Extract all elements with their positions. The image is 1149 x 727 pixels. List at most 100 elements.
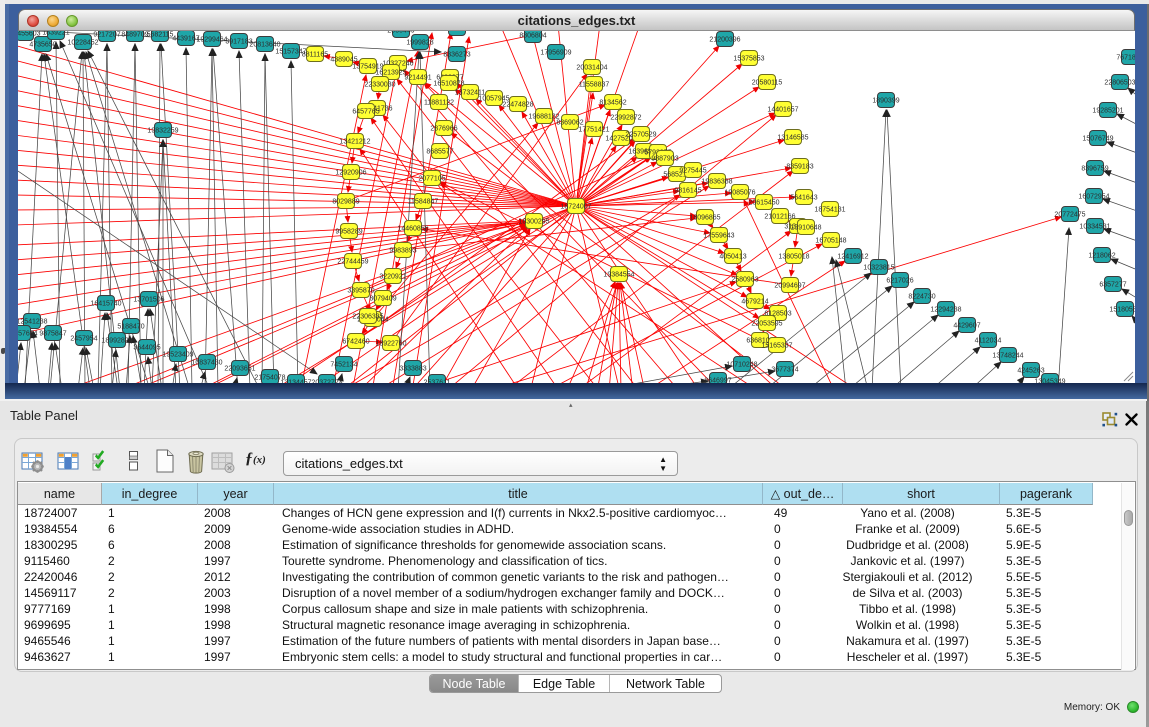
svg-text:9275445: 9275445 [679, 168, 706, 175]
svg-text:3395870: 3395870 [347, 288, 374, 295]
svg-text:10228452: 10228452 [67, 40, 98, 47]
svg-text:4735650: 4735650 [29, 42, 56, 49]
svg-text:22306335: 22306335 [352, 314, 383, 321]
svg-text:20813640: 20813640 [249, 42, 280, 49]
svg-text:13146585: 13146585 [777, 135, 808, 142]
svg-text:12541238: 12541238 [18, 319, 48, 326]
svg-text:4245263: 4245263 [1017, 368, 1044, 375]
svg-text:2876966: 2876966 [430, 126, 457, 133]
svg-text:2537611: 2537611 [424, 380, 451, 384]
svg-text:13134457: 13134457 [280, 380, 311, 384]
svg-text:15180586: 15180586 [1109, 307, 1135, 314]
svg-text:22992872: 22992872 [610, 115, 641, 122]
svg-text:8359183: 8359183 [786, 164, 813, 171]
svg-text:3220921: 3220921 [379, 274, 406, 281]
svg-text:19688132: 19688132 [528, 114, 559, 121]
svg-text:8646997: 8646997 [704, 378, 731, 384]
svg-text:17751421: 17751421 [578, 127, 609, 134]
svg-text:8811165: 8811165 [302, 52, 328, 59]
svg-text:20615450: 20615450 [748, 200, 779, 207]
svg-text:16072954: 16072954 [1078, 194, 1109, 201]
svg-text:15076749: 15076749 [1082, 136, 1113, 143]
svg-text:17956909: 17956909 [540, 50, 571, 57]
svg-text:2580963: 2580963 [731, 277, 758, 284]
svg-text:19085076: 19085076 [724, 190, 755, 197]
svg-text:9875847: 9875847 [39, 331, 66, 338]
svg-text:19523409: 19523409 [162, 352, 193, 359]
svg-text:11584847: 11584847 [408, 199, 439, 206]
svg-text:5682115: 5682115 [147, 32, 174, 39]
svg-text:9816145: 9816145 [674, 188, 701, 195]
svg-text:8489709: 8489709 [121, 32, 148, 39]
svg-text:20372723: 20372723 [311, 380, 342, 384]
svg-text:3677374: 3677374 [771, 367, 798, 374]
svg-text:21257684: 21257684 [18, 331, 38, 338]
svg-text:22806503: 22806503 [1104, 80, 1135, 87]
svg-text:9958289: 9958289 [335, 229, 362, 236]
svg-text:8806804: 8806804 [519, 33, 546, 40]
svg-text:16213925: 16213925 [375, 70, 406, 77]
svg-text:18724007: 18724007 [560, 204, 591, 211]
svg-text:8029889: 8029889 [332, 199, 359, 206]
svg-text:22330030: 22330030 [364, 82, 395, 89]
svg-text:6457765: 6457765 [352, 109, 379, 116]
svg-text:9887903: 9887903 [651, 156, 678, 163]
svg-text:13748244: 13748244 [992, 353, 1023, 360]
svg-text:20772475: 20772475 [1054, 212, 1085, 219]
svg-text:19285201: 19285201 [1092, 108, 1123, 115]
svg-text:8685577: 8685577 [426, 149, 453, 156]
svg-text:18096865: 18096865 [689, 215, 720, 222]
svg-text:16415740: 16415740 [90, 301, 121, 308]
svg-text:10710248: 10710248 [726, 362, 757, 369]
svg-text:10323815: 10323815 [863, 265, 894, 272]
svg-text:22053595: 22053595 [751, 321, 782, 328]
svg-text:14401657: 14401657 [767, 107, 798, 114]
svg-text:11881122: 11881122 [424, 100, 454, 107]
svg-text:19299464: 19299464 [196, 37, 227, 44]
svg-text:13910648: 13910648 [790, 225, 821, 232]
svg-text:7452134: 7452134 [330, 362, 357, 369]
svg-text:4050413: 4050413 [719, 254, 746, 261]
svg-text:20580115: 20580115 [752, 80, 783, 87]
svg-text:17559643: 17559643 [703, 233, 734, 240]
svg-text:8224730: 8224730 [908, 294, 935, 301]
svg-text:20031404: 20031404 [576, 65, 607, 72]
svg-text:4429607: 4429607 [953, 323, 980, 330]
svg-text:18992829: 18992829 [101, 338, 132, 345]
svg-text:7671884: 7671884 [1116, 55, 1135, 62]
svg-text:2457954: 2457954 [70, 336, 97, 343]
svg-text:22570529: 22570529 [625, 132, 656, 139]
svg-text:19384554: 19384554 [603, 272, 634, 279]
svg-text:11558837: 11558837 [579, 82, 610, 89]
svg-text:18754131: 18754131 [814, 207, 845, 214]
svg-text:8396759: 8396759 [1081, 166, 1108, 173]
svg-text:1218062: 1218062 [1088, 253, 1115, 260]
svg-text:21200396: 21200396 [709, 37, 740, 44]
svg-text:12294238: 12294238 [930, 307, 961, 314]
svg-text:13045349: 13045349 [1034, 379, 1065, 384]
svg-text:5641643: 5641643 [790, 195, 817, 202]
svg-text:8336273: 8336273 [443, 52, 470, 59]
svg-text:8134562: 8134562 [599, 100, 626, 107]
svg-text:18300295: 18300295 [518, 219, 549, 226]
svg-text:16510878: 16510878 [433, 81, 464, 88]
svg-text:8369062: 8369062 [556, 120, 583, 127]
svg-text:4143890: 4143890 [443, 31, 470, 33]
svg-text:2066449: 2066449 [387, 31, 414, 35]
svg-text:20994697: 20994697 [774, 283, 805, 290]
svg-text:13701506: 13701506 [133, 297, 164, 304]
svg-text:15165337: 15165337 [761, 343, 792, 350]
svg-text:3333883: 3333883 [399, 366, 426, 373]
svg-text:10334531: 10334531 [1079, 224, 1110, 231]
svg-text:1890399: 1890399 [872, 98, 899, 105]
svg-text:8079409: 8079409 [369, 296, 396, 303]
svg-text:19836388: 19836388 [701, 179, 732, 186]
svg-text:9214491: 9214491 [404, 75, 431, 82]
svg-text:4679214: 4679214 [741, 299, 768, 306]
svg-text:13805018: 13805018 [778, 254, 809, 261]
svg-text:4112034: 4112034 [975, 338, 1002, 345]
svg-text:18922760: 18922760 [375, 341, 406, 348]
svg-text:6217026: 6217026 [886, 278, 913, 285]
svg-text:5188470: 5188470 [117, 324, 144, 331]
svg-text:10837430: 10837430 [191, 360, 222, 367]
